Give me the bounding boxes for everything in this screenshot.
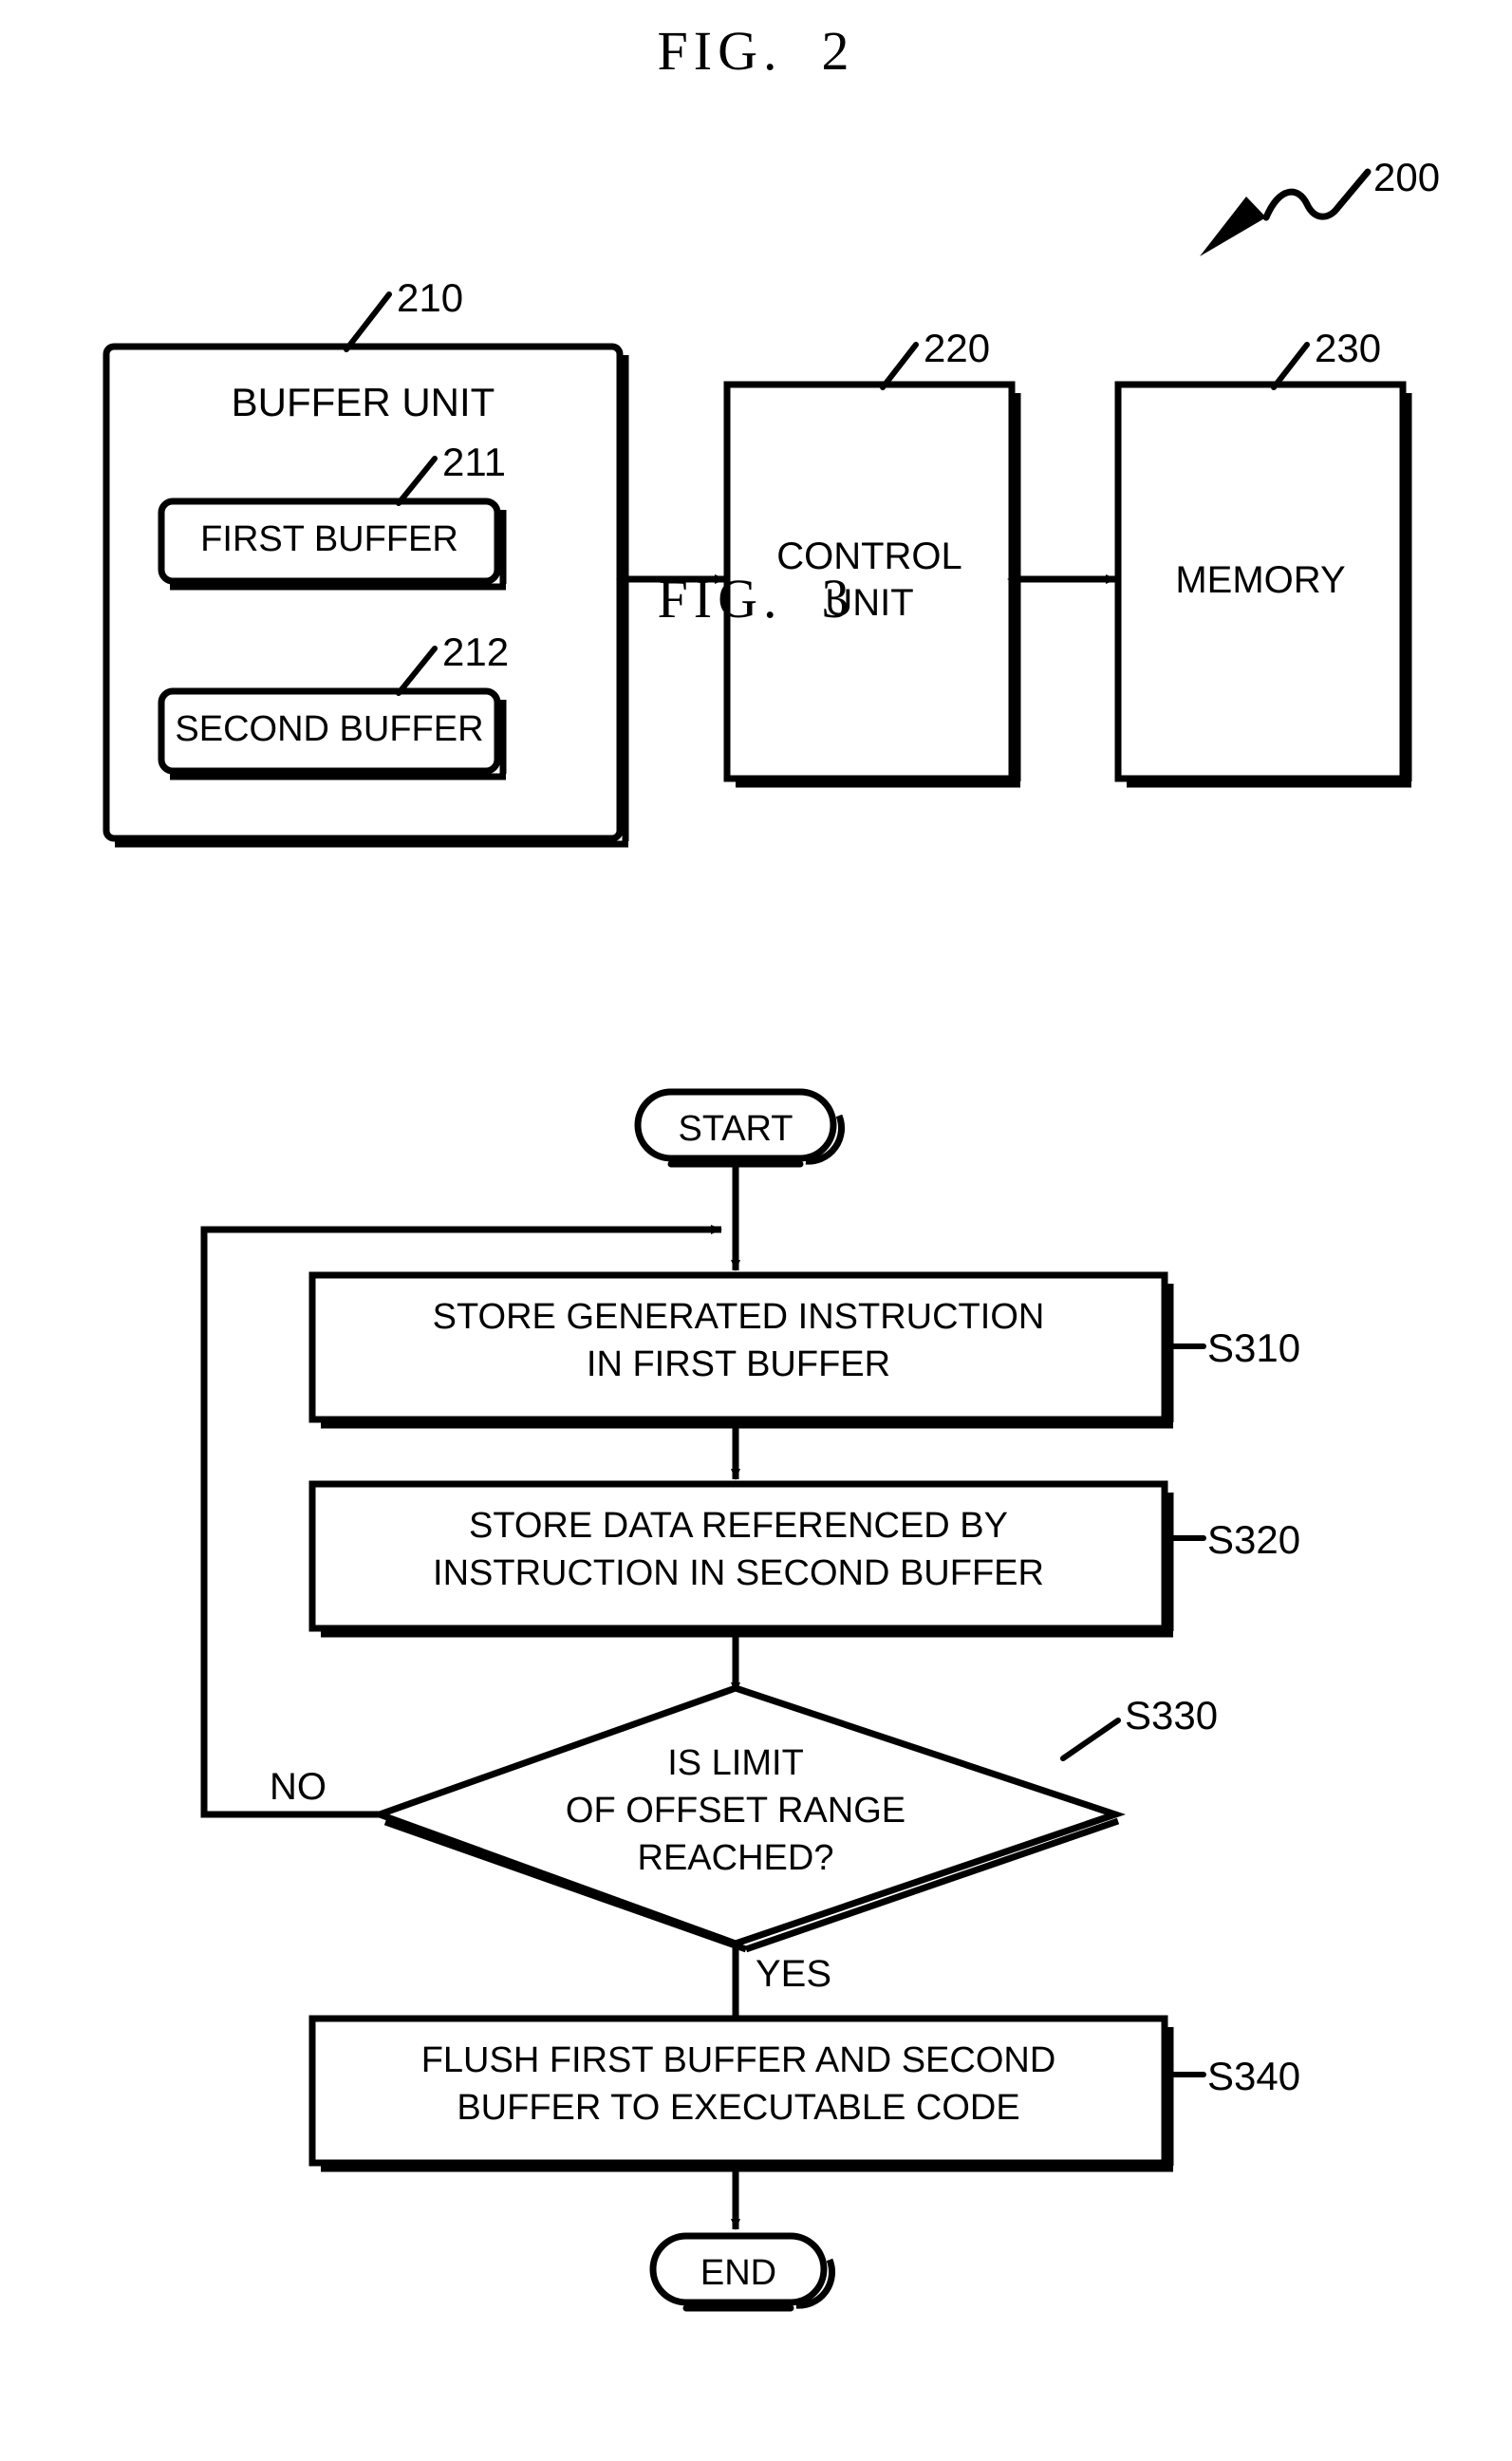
figure-3-title: FIG. 3 xyxy=(657,568,855,629)
patent-drawing-sheet: FIG. 2 200 210 BUFFER UNIT 211 FIRST BUF… xyxy=(0,0,1512,2461)
s310-label-line2: IN FIRST BUFFER xyxy=(586,1344,891,1384)
end-label: END xyxy=(700,2253,777,2293)
ref-number-s330: S330 xyxy=(1125,1693,1219,1738)
figure-2-title: FIG. 2 xyxy=(657,20,855,82)
system-ref-pointer-200 xyxy=(1200,168,1372,256)
ref-number-211: 211 xyxy=(442,440,506,484)
leader-line-230 xyxy=(1271,342,1310,390)
second-buffer-label: SECOND BUFFER xyxy=(175,709,484,749)
leader-line-s330 xyxy=(1060,1718,1121,1761)
s340-label-line2: BUFFER TO EXECUTABLE CODE xyxy=(457,2088,1020,2128)
ref-number-210: 210 xyxy=(397,275,464,320)
branch-label-yes: YES xyxy=(756,1953,832,1995)
ref-number-230: 230 xyxy=(1315,326,1382,370)
s340-label-line1: FLUSH FIRST BUFFER AND SECOND xyxy=(420,2040,1056,2080)
ref-number-220: 220 xyxy=(924,326,991,370)
s320-label-line1: STORE DATA REFERENCED BY xyxy=(469,1506,1008,1546)
first-buffer-label: FIRST BUFFER xyxy=(200,519,458,559)
s330-label-line1: IS LIMIT xyxy=(667,1743,804,1783)
ref-number-s320: S320 xyxy=(1207,1517,1301,1562)
branch-label-no: NO xyxy=(270,1766,327,1808)
ref-number-s340: S340 xyxy=(1207,2054,1301,2098)
s310-label-line1: STORE GENERATED INSTRUCTION xyxy=(432,1297,1045,1337)
ref-number-200: 200 xyxy=(1373,155,1441,199)
start-label: START xyxy=(678,1109,793,1149)
ref-number-s310: S310 xyxy=(1207,1325,1301,1370)
s330-label-line2: OF OFFSET RANGE xyxy=(565,1791,906,1831)
s330-label-line3: REACHED? xyxy=(637,1838,834,1878)
ref-number-212: 212 xyxy=(442,629,510,674)
buffer-unit-label: BUFFER UNIT xyxy=(231,380,495,424)
leader-line-220 xyxy=(880,342,919,390)
s320-label-line2: INSTRUCTION IN SECOND BUFFER xyxy=(433,1553,1044,1593)
leader-line-210 xyxy=(344,291,392,352)
